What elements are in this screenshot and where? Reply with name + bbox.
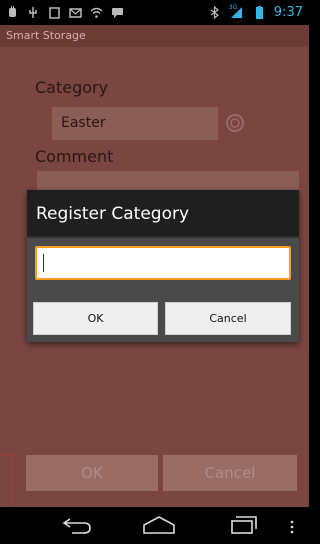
register-category-dialog: Register Category OK Cancel bbox=[27, 190, 299, 342]
dialog-cancel-button[interactable]: Cancel bbox=[165, 302, 291, 335]
clock: 9:37 bbox=[273, 5, 303, 20]
overflow-menu-icon[interactable] bbox=[290, 519, 294, 538]
recent-apps-icon[interactable] bbox=[230, 515, 258, 539]
dialog-body: OK Cancel bbox=[27, 238, 299, 342]
battery-icon bbox=[253, 6, 266, 19]
category-field[interactable]: Easter bbox=[52, 107, 218, 140]
form-cancel-button[interactable]: Cancel bbox=[163, 455, 297, 491]
navigation-bar bbox=[0, 507, 309, 544]
category-label: Category bbox=[35, 78, 109, 97]
usb-debug-icon bbox=[6, 6, 19, 19]
bluetooth-icon bbox=[208, 6, 221, 19]
app-title: Smart Storage bbox=[6, 29, 86, 42]
category-name-input[interactable] bbox=[35, 246, 291, 280]
status-bar: 3G 9:37 bbox=[0, 0, 309, 25]
sd-card-icon bbox=[48, 6, 61, 19]
back-icon[interactable] bbox=[62, 515, 92, 539]
comment-label: Comment bbox=[35, 147, 114, 166]
dialog-ok-button[interactable]: OK bbox=[33, 302, 158, 335]
dialog-title: Register Category bbox=[36, 204, 190, 224]
app-bar: Smart Storage bbox=[0, 25, 309, 47]
category-value: Easter bbox=[61, 115, 106, 131]
form-ok-button[interactable]: OK bbox=[26, 455, 158, 491]
text-caret bbox=[43, 254, 44, 272]
home-icon[interactable] bbox=[142, 515, 176, 539]
usb-icon bbox=[27, 6, 40, 19]
wifi-icon bbox=[90, 6, 103, 19]
network-type-label: 3G bbox=[228, 4, 238, 11]
email-icon bbox=[69, 6, 82, 19]
selection-marker bbox=[0, 454, 13, 512]
dropdown-circle-icon[interactable] bbox=[225, 113, 245, 133]
chat-icon bbox=[111, 6, 124, 19]
signal-icon: 3G bbox=[228, 4, 245, 19]
